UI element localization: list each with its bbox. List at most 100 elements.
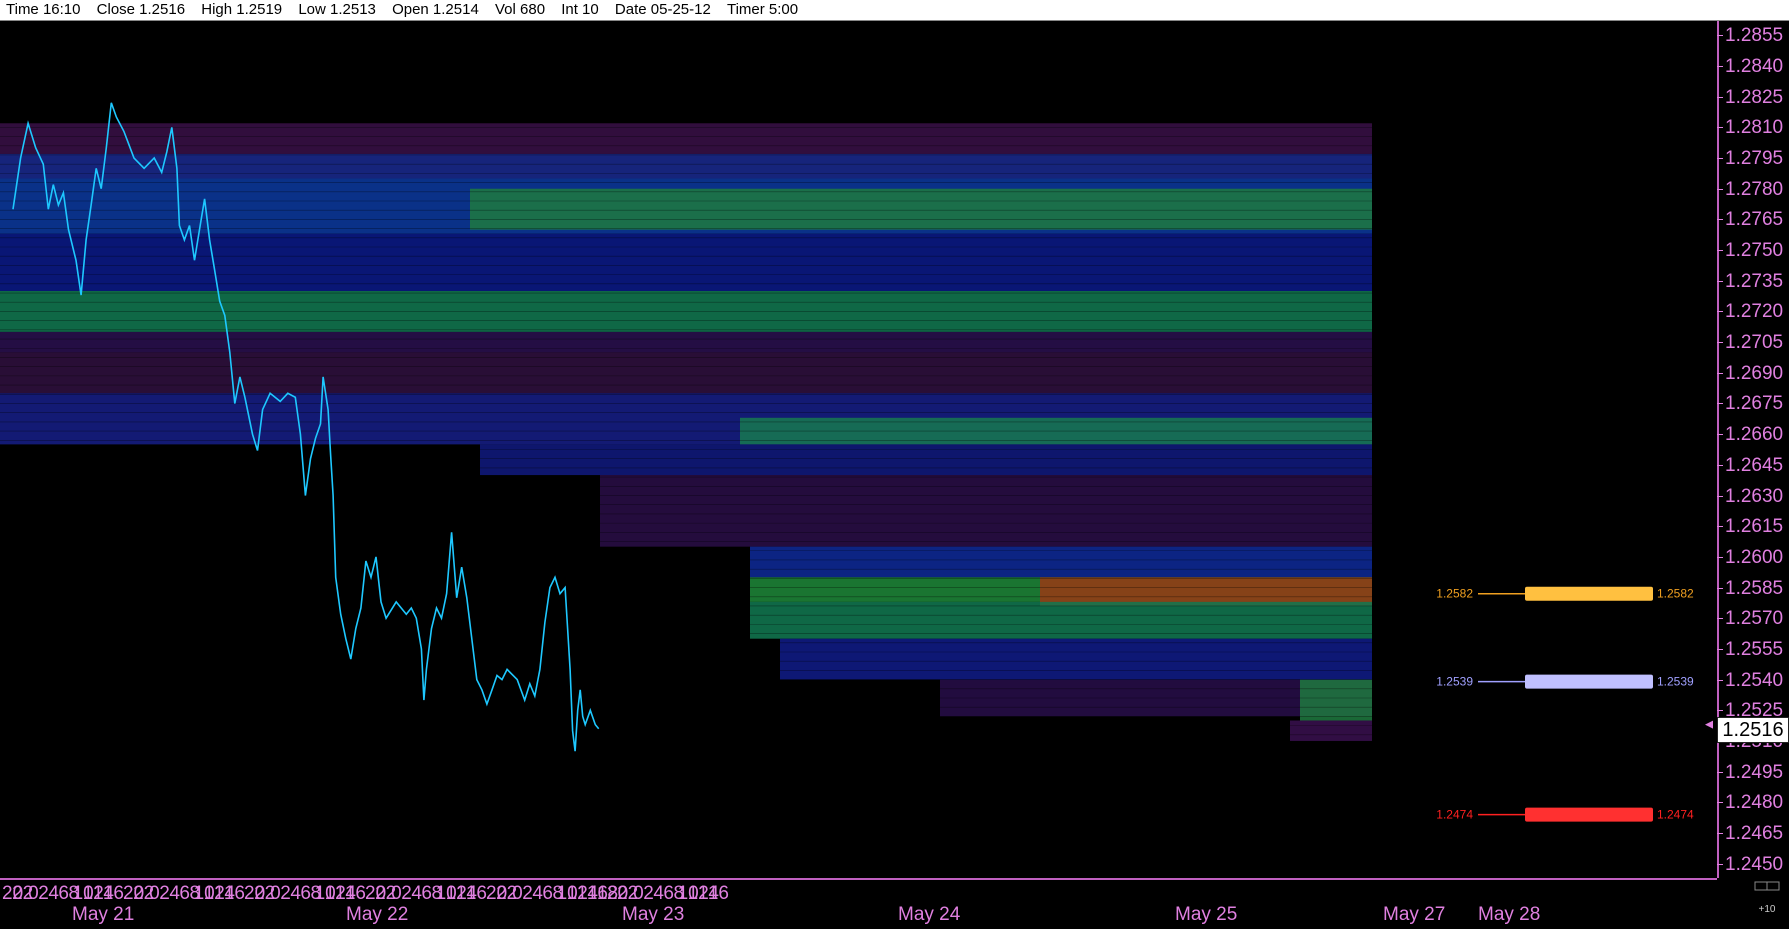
heat-band <box>0 352 1372 394</box>
heat-band <box>1040 577 1372 606</box>
time-tick-label: 16 <box>465 883 487 904</box>
info-time: Time 16:10 <box>6 1 81 18</box>
date-tick-label: May 24 <box>898 904 961 925</box>
time-tick-label: 4 <box>48 883 59 904</box>
price-tick-label: 1.2795 <box>1716 148 1784 170</box>
time-tick-label: 0 <box>633 883 644 904</box>
price-tick-label: 1.2615 <box>1716 516 1784 538</box>
price-tick-label: 1.2630 <box>1716 485 1784 507</box>
heat-band <box>0 123 1372 154</box>
corner-label: +10 <box>1759 904 1776 915</box>
time-tick-label: 0 <box>391 883 402 904</box>
time-tick-label: 4 <box>411 883 422 904</box>
time-tick-label: 6 <box>421 883 432 904</box>
level-label-left: 1.2474 <box>1436 808 1473 822</box>
current-price-arrow <box>1705 720 1713 729</box>
heat-band <box>600 475 1372 547</box>
time-tick-label: 16 <box>102 883 124 904</box>
time-tick-label: 4 <box>532 883 543 904</box>
heat-band <box>0 153 1372 179</box>
time-tick-label: 16 <box>707 883 729 904</box>
price-tick-label: 1.2840 <box>1716 55 1784 77</box>
time-tick-label: 2 <box>522 883 533 904</box>
time-tick-label: 2 <box>280 883 291 904</box>
heat-band <box>750 546 1372 578</box>
price-tick-label: 1.2600 <box>1716 546 1784 568</box>
info-low: Low 1.2513 <box>298 1 376 18</box>
time-tick-label: 4 <box>169 883 180 904</box>
price-tick-label: 1.2825 <box>1716 86 1784 108</box>
price-tick-label: 1.2450 <box>1716 853 1784 875</box>
time-tick-label: 2 <box>401 883 412 904</box>
heat-band <box>780 638 1372 680</box>
price-tick-label: 1.2660 <box>1716 424 1784 446</box>
time-tick-label: 2 <box>643 883 654 904</box>
price-tick-label: 1.2690 <box>1716 362 1784 384</box>
level-bar <box>1525 674 1653 689</box>
time-tick-label: 6 <box>58 883 69 904</box>
current-price-marker: 1.2516 <box>1717 716 1789 743</box>
price-tick-label: 1.2570 <box>1716 608 1784 630</box>
heat-band <box>750 601 1372 639</box>
info-timer: Timer 5:00 <box>726 1 799 18</box>
info-volume: Vol 680 <box>494 1 546 18</box>
time-tick-label: 6 <box>179 883 190 904</box>
info-interval: Int 10 <box>561 1 599 18</box>
price-tick-label: 1.2810 <box>1716 117 1784 139</box>
heat-band <box>1300 679 1372 721</box>
time-tick-label: 2 <box>159 883 170 904</box>
price-tick-label: 1.2765 <box>1716 209 1784 231</box>
price-tick-label: 1.2675 <box>1716 393 1784 415</box>
price-tick-label: 1.2540 <box>1716 669 1784 691</box>
price-tick-label: 1.2750 <box>1716 240 1784 262</box>
time-tick-label: 4 <box>290 883 301 904</box>
level-label-left: 1.2539 <box>1436 675 1473 689</box>
price-tick-label: 1.2480 <box>1716 792 1784 814</box>
time-tick-label: 16 <box>344 883 366 904</box>
info-close: Close 1.2516 <box>96 1 186 18</box>
price-tick-label: 1.2720 <box>1716 301 1784 323</box>
date-tick-label: May 28 <box>1478 904 1541 925</box>
level-label-right: 1.2474 <box>1657 808 1694 822</box>
level-bar <box>1525 586 1653 601</box>
time-tick-label: 6 <box>300 883 311 904</box>
time-tick-label: 0 <box>512 883 523 904</box>
info-open: Open 1.2514 <box>392 1 479 18</box>
level-label-right: 1.2539 <box>1657 675 1694 689</box>
corner-zoom-icon[interactable]: +10 <box>1749 880 1785 920</box>
price-tick-label: 1.2555 <box>1716 638 1784 660</box>
time-axis[interactable]: 20 22 0 2 4 6 8 10 12 14 16 20 22 0 2 4 6 8 10 12 14 16 20 22 0 2… <box>0 878 1717 929</box>
heat-band <box>1290 720 1372 741</box>
heat-band <box>470 188 1372 230</box>
time-tick-label: 0 <box>270 883 281 904</box>
time-tick-label: 6 <box>663 883 674 904</box>
date-tick-label: May 22 <box>346 904 409 925</box>
price-tick-label: 1.2780 <box>1716 178 1784 200</box>
price-tick-label: 1.2705 <box>1716 332 1784 354</box>
price-tick-label: 1.2585 <box>1716 577 1784 599</box>
time-tick-label: 6 <box>542 883 553 904</box>
price-tick-label: 1.2465 <box>1716 823 1784 844</box>
date-tick-label: May 21 <box>72 904 135 925</box>
price-tick-label: 1.2495 <box>1716 761 1784 783</box>
heat-band <box>480 444 1372 476</box>
date-tick-label: May 27 <box>1383 904 1446 925</box>
time-tick-label: 16 <box>223 883 245 904</box>
chart-plot-area[interactable]: 1.2582 1.2582 1.2539 1.2539 1.2474 1.2474 <box>0 21 1717 878</box>
time-tick-label: 2 <box>38 883 49 904</box>
chart-svg: 1.2582 1.2582 1.2539 1.2539 1.2474 1.2474 <box>0 102 1713 822</box>
time-tick-label: 0 <box>149 883 160 904</box>
date-tick-label: May 23 <box>622 904 685 925</box>
price-tick-label: 1.2855 <box>1716 25 1784 47</box>
level-label-right: 1.2582 <box>1657 587 1694 601</box>
info-date: Date 05-25-12 <box>614 1 711 18</box>
heat-band <box>0 331 1372 353</box>
heat-band <box>0 233 1372 291</box>
level-label-left: 1.2582 <box>1436 587 1473 601</box>
time-tick-label: 4 <box>653 883 664 904</box>
time-tick-label: 0 <box>28 883 39 904</box>
price-tick-label: 1.2735 <box>1716 270 1784 292</box>
level-bar <box>1525 807 1653 822</box>
ohlc-info-bar: Time 16:10 Close 1.2516 High 1.2519 Low … <box>0 0 1789 21</box>
price-axis[interactable]: 1.2855 1.2840 1.2825 1.2810 1.2795 1.2780 1.27… <box>1716 21 1789 878</box>
